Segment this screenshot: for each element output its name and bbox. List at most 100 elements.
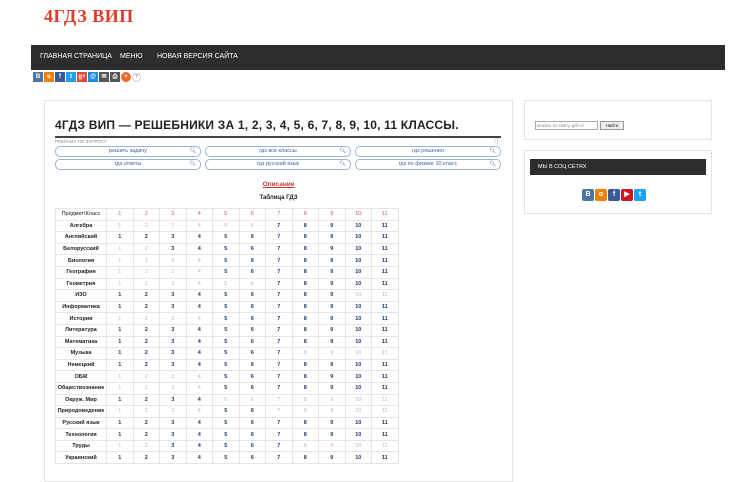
grade-link[interactable]: 9 [318,277,346,291]
ok-icon[interactable]: о [44,72,54,82]
grade-link[interactable]: 5 [212,312,240,325]
grade-link[interactable]: 10 [344,254,372,267]
grade-link[interactable]: 6 [238,347,266,360]
grade-link[interactable]: 10 [344,277,372,291]
search-button[interactable]: Найти [600,121,624,130]
grade-link[interactable]: 8 [291,358,319,372]
grade-link[interactable]: 8 [291,335,319,349]
grade-link[interactable]: 4 [185,289,213,302]
grade-link[interactable]: 3 [159,358,187,372]
grade-link[interactable]: 1 [106,416,134,430]
grade-link[interactable]: 4 [185,231,213,244]
grade-link[interactable]: 1 [106,231,134,244]
grade-link[interactable]: 8 [291,416,319,430]
vk-icon[interactable]: В [33,72,43,82]
grade-link[interactable]: 7 [265,323,293,337]
grade-link[interactable]: 11 [371,416,399,430]
grade-link[interactable]: 6 [238,428,266,441]
grade-link[interactable]: 11 [371,323,399,337]
twitter-icon[interactable]: t [634,189,646,201]
grade-link[interactable]: 5 [212,405,240,418]
grade-link[interactable]: 4 [185,393,213,407]
grade-link[interactable]: 7 [265,277,293,291]
grade-link[interactable]: 1 [106,347,134,360]
grade-link[interactable]: 10 [344,358,372,372]
ad-link[interactable]: гдз по физике 10 класс 🔍︎ [355,159,501,170]
grade-link[interactable]: 8 [291,451,319,465]
grade-link[interactable]: 5 [212,300,240,314]
grade-link[interactable]: 7 [265,416,293,430]
grade-link[interactable]: 1 [106,428,134,441]
grade-link[interactable]: 8 [291,254,319,267]
grade-link[interactable]: 9 [318,335,346,349]
grade-link[interactable]: 6 [238,231,266,244]
grade-link[interactable]: 9 [318,242,346,256]
grade-link[interactable]: 8 [291,312,319,325]
grade-link[interactable]: 8 [291,323,319,337]
grade-link[interactable]: 3 [159,451,187,465]
grade-link[interactable]: 6 [238,300,266,314]
grade-link[interactable]: 10 [344,335,372,349]
grade-link[interactable]: 7 [265,358,293,372]
grade-link[interactable]: 5 [212,451,240,465]
grade-link[interactable]: 5 [212,289,240,302]
grade-link[interactable]: 9 [318,428,346,441]
grade-link[interactable]: 7 [265,312,293,325]
grade-link[interactable]: 11 [371,231,399,244]
grade-link[interactable]: 8 [291,265,319,279]
grade-link[interactable]: 4 [185,300,213,314]
googleplus-icon[interactable]: g+ [77,72,87,82]
grade-link[interactable]: 5 [212,416,240,430]
grade-link[interactable]: 5 [212,347,240,360]
description-link[interactable]: Описание [45,181,512,188]
grade-link[interactable]: 9 [318,370,346,383]
help-icon[interactable]: ? [132,73,141,82]
grade-link[interactable]: 7 [265,381,293,395]
nav-item-menu[interactable]: МЕНЮ [120,53,143,60]
grade-link[interactable]: 4 [185,451,213,465]
grade-link[interactable]: 2 [132,428,160,441]
grade-link[interactable]: 2 [132,289,160,302]
nav-item-new-version[interactable]: НОВАЯ ВЕРСИЯ САЙТА [157,53,238,60]
grade-link[interactable]: 7 [265,335,293,349]
grade-link[interactable]: 4 [185,335,213,349]
grade-link[interactable]: 10 [344,323,372,337]
grade-link[interactable]: 7 [265,439,293,453]
grade-link[interactable]: 6 [238,289,266,302]
grade-link[interactable]: 8 [291,277,319,291]
ad-link[interactable]: гдз ответы 🔍︎ [55,159,201,170]
grade-link[interactable]: 11 [371,254,399,267]
grade-link[interactable]: 10 [344,265,372,279]
facebook-icon[interactable]: f [608,189,620,201]
grade-link[interactable]: 9 [318,312,346,325]
grade-link[interactable]: 2 [132,347,160,360]
ad-info-icon[interactable]: ⓘ [495,138,500,145]
grade-link[interactable]: 10 [344,416,372,430]
grade-link[interactable]: 3 [159,393,187,407]
grade-link[interactable]: 3 [159,300,187,314]
grade-link[interactable]: 10 [344,370,372,383]
grade-link[interactable]: 6 [238,242,266,256]
grade-link[interactable]: 3 [159,231,187,244]
grade-link[interactable]: 9 [318,300,346,314]
grade-link[interactable]: 5 [212,231,240,244]
youtube-icon[interactable]: ▶ [621,189,633,201]
grade-link[interactable]: 3 [159,242,187,256]
grade-link[interactable]: 2 [132,335,160,349]
grade-link[interactable]: 9 [318,254,346,267]
nav-item-home[interactable]: ГЛАВНАЯ СТРАНИЦА [40,53,112,60]
grade-link[interactable]: 11 [371,300,399,314]
grade-link[interactable]: 2 [132,393,160,407]
grade-link[interactable]: 10 [344,312,372,325]
grade-link[interactable]: 2 [132,451,160,465]
grade-link[interactable]: 6 [238,416,266,430]
grade-link[interactable]: 2 [132,416,160,430]
grade-link[interactable]: 6 [238,335,266,349]
site-logo[interactable]: 4ГДЗ ВИП [44,6,134,27]
grade-link[interactable]: 10 [344,381,372,395]
facebook-icon[interactable]: f [55,72,65,82]
grade-link[interactable]: 6 [238,265,266,279]
grade-link[interactable]: 7 [265,428,293,441]
grade-link[interactable]: 2 [132,323,160,337]
grade-link[interactable]: 5 [212,381,240,395]
